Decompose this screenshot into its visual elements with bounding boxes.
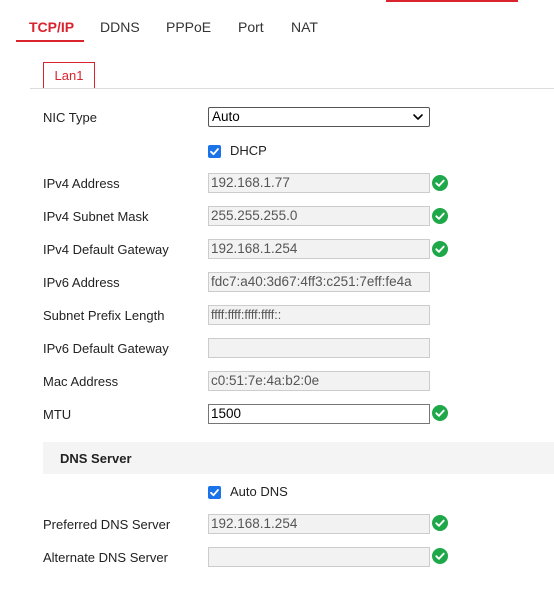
ipv4-default-gateway-label: IPv4 Default Gateway	[43, 242, 169, 257]
ipv6-address-label: IPv6 Address	[43, 275, 120, 290]
alternate-dns-field[interactable]	[208, 547, 430, 567]
ipv4-address-field[interactable]: 192.168.1.77	[208, 173, 430, 193]
dhcp-label: DHCP	[230, 143, 267, 158]
check-circle-icon	[432, 405, 448, 421]
network-settings-page: TCP/IP DDNS PPPoE Port NAT Lan1 NIC Type…	[0, 0, 554, 589]
ipv6-default-gateway-label: IPv6 Default Gateway	[43, 341, 169, 356]
mtu-input[interactable]: 1500	[208, 404, 430, 424]
mac-address-field[interactable]: c0:51:7e:4a:b2:0e	[208, 371, 430, 391]
dhcp-checkbox[interactable]	[208, 145, 221, 158]
preferred-dns-label: Preferred DNS Server	[43, 517, 171, 532]
tab-lan1[interactable]: Lan1	[43, 62, 95, 88]
check-circle-icon	[432, 208, 448, 224]
check-circle-icon	[432, 241, 448, 257]
tab-pppoe[interactable]: PPPoE	[166, 19, 211, 35]
ipv4-default-gateway-field[interactable]: 192.168.1.254	[208, 239, 430, 259]
nic-type-select[interactable]: Auto	[208, 107, 430, 127]
mac-address-label: Mac Address	[43, 374, 119, 389]
active-tab-underline	[16, 40, 84, 42]
ipv4-subnet-mask-field[interactable]: 255.255.255.0	[208, 206, 430, 226]
subnet-prefix-length-label: Subnet Prefix Length	[43, 308, 165, 323]
nic-type-label: NIC Type	[43, 110, 97, 125]
dns-section-title: DNS Server	[60, 451, 132, 466]
auto-dns-label: Auto DNS	[230, 484, 288, 499]
alternate-dns-label: Alternate DNS Server	[43, 550, 168, 565]
check-circle-icon	[432, 515, 448, 531]
ipv4-address-label: IPv4 Address	[43, 176, 120, 191]
check-circle-icon	[432, 548, 448, 564]
preferred-dns-field[interactable]: 192.168.1.254	[208, 514, 430, 534]
ipv4-subnet-mask-label: IPv4 Subnet Mask	[43, 209, 149, 224]
tab-tcpip[interactable]: TCP/IP	[29, 19, 74, 35]
dns-section-header: DNS Server	[43, 442, 554, 474]
lan-tab-divider	[30, 88, 554, 89]
subnet-prefix-length-field[interactable]: ffff:ffff:ffff:ffff::	[208, 305, 430, 325]
check-circle-icon	[432, 175, 448, 191]
nic-type-value: Auto	[212, 109, 240, 124]
auto-dns-checkbox[interactable]	[208, 486, 221, 499]
chevron-down-icon	[412, 110, 424, 124]
tab-bar: TCP/IP DDNS PPPoE Port NAT	[16, 0, 554, 44]
mtu-label: MTU	[43, 407, 72, 422]
tab-ddns[interactable]: DDNS	[100, 19, 140, 35]
tab-nat[interactable]: NAT	[291, 19, 318, 35]
ipv6-address-field[interactable]: fdc7:a40:3d67:4ff3:c251:7eff:fe4a	[208, 272, 430, 292]
ipv6-default-gateway-field[interactable]	[208, 338, 430, 358]
tab-port[interactable]: Port	[238, 19, 264, 35]
